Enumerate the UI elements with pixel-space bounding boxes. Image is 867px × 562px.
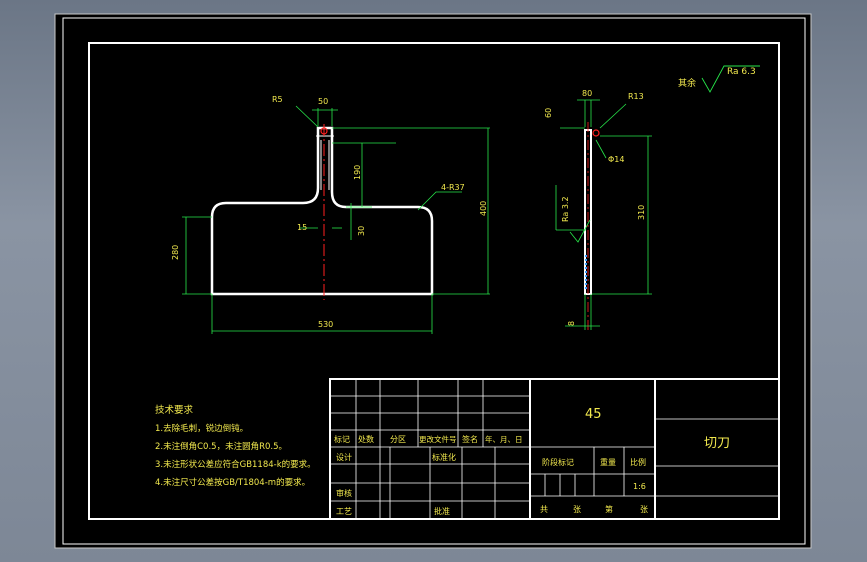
tb-header-date: 年、月、日 [485,434,523,444]
dim-blade-height: 280 [171,245,180,260]
dim-side-top-width: 80 [582,89,592,98]
dim-r-top: R5 [272,95,283,104]
tb-header-docno: 更改文件号 [419,434,457,444]
tb-weight: 重量 [600,457,616,467]
dim-stem-width: 15 [297,223,307,232]
tb-sheet-word: 张 [640,505,648,514]
requirement-item: 2.未注倒角C0.5，未注圆角R0.5。 [155,441,287,452]
dim-side-r-small: R13 [628,92,644,101]
tb-standardize: 标准化 [432,452,456,462]
tb-design: 设计 [336,452,352,462]
dim-fillet-size: 30 [357,226,366,236]
dim-blade-width: 530 [318,320,333,329]
tb-header-mark: 标记 [334,434,350,444]
tb-header-count: 处数 [358,434,374,444]
dim-total-height: 400 [479,201,488,216]
requirement-item: 1.去除毛刺，锐边倒钝。 [155,423,248,434]
drawing-canvas: R5 50 190 400 15 30 280 530 4-R37 60 80 … [54,13,812,549]
roughness-note-value: Ra 6.3 [727,67,756,77]
dim-side-bottom: 8 [567,321,576,326]
tb-header-zone: 分区 [390,435,406,444]
requirements-title: 技术要求 [155,404,194,416]
tb-part-name: 切刀 [704,436,730,451]
dim-top-width: 50 [318,97,328,106]
dim-side-roughness: Ra 3.2 [561,196,570,222]
dim-side-hole: Φ14 [608,155,624,164]
tb-sheets: 张 [573,505,581,514]
dim-side-height: 310 [637,205,646,220]
tb-process: 工艺 [336,507,352,516]
dim-corner-radius: 4-R37 [441,183,465,192]
tb-review: 审核 [336,488,352,498]
tb-scale-value: 1:6 [633,482,646,491]
tb-scale-label: 比例 [630,457,646,467]
requirement-item: 3.未注形状公差应符合GB1184-k的要求。 [155,459,316,470]
dim-side-top-left: 60 [544,108,553,118]
tb-approve: 批准 [434,506,450,516]
tb-total: 共 [540,505,548,514]
tb-stage-mark: 阶段标记 [542,457,574,467]
tb-header-sign: 签名 [462,434,478,444]
roughness-note-label: 其余 [678,77,696,89]
tb-material: 45 [585,407,602,422]
requirement-item: 4.未注尺寸公差按GB/T1804-m的要求。 [155,477,310,488]
dim-stem-length: 190 [353,165,362,180]
tb-sheet-no: 第 [605,504,613,514]
